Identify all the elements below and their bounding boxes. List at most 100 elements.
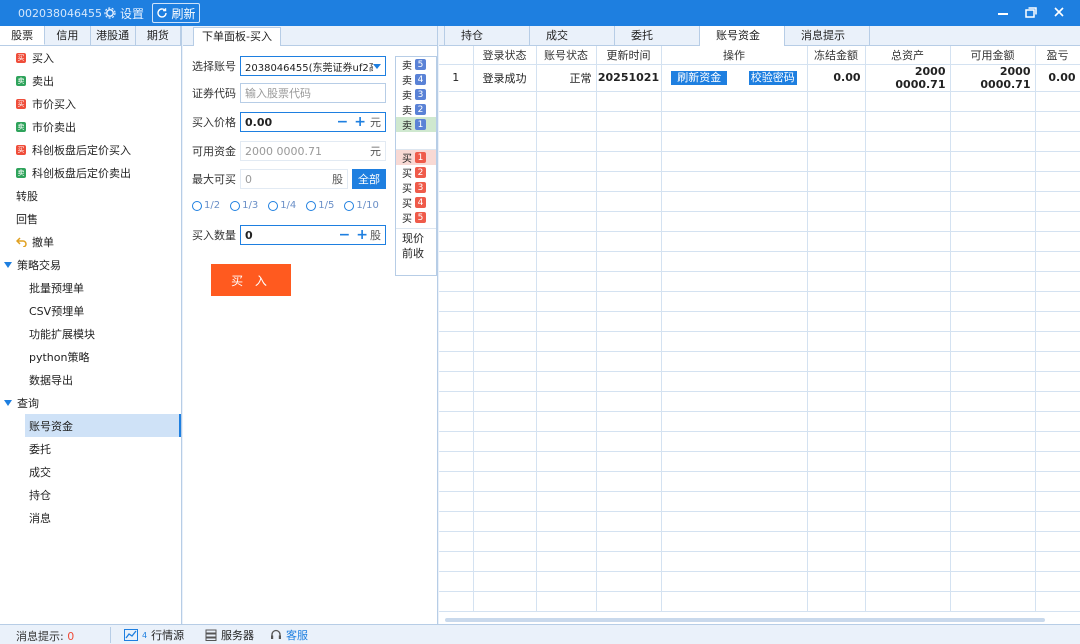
- fraction-half[interactable]: 1/2: [192, 200, 220, 211]
- sidebar-item-market-sell[interactable]: 卖市价卖出: [0, 115, 181, 138]
- minus-icon[interactable]: −: [337, 114, 349, 130]
- tab-credit[interactable]: 信用: [45, 26, 91, 45]
- fraction-tenth[interactable]: 1/10: [344, 200, 379, 211]
- fraction-label: 1/2: [204, 200, 221, 211]
- tab-hk-connect[interactable]: 港股通: [90, 26, 136, 45]
- sell-level-2[interactable]: 卖2: [396, 102, 436, 117]
- tab-account-funds[interactable]: 账号资金: [700, 26, 785, 46]
- empty-cell: [439, 391, 474, 412]
- buy-level-4[interactable]: 买4: [396, 195, 436, 210]
- customer-service[interactable]: 客服: [270, 627, 308, 643]
- server-status[interactable]: 服务器: [205, 627, 254, 643]
- empty-cell: [473, 331, 537, 352]
- sidebar-item-sell[interactable]: 卖卖出: [0, 69, 181, 92]
- empty-cell: [473, 251, 537, 272]
- buy-button[interactable]: 买 入: [211, 264, 291, 296]
- empty-cell: [865, 411, 951, 432]
- col-login-status[interactable]: 登录状态: [473, 46, 537, 65]
- sell-level-1[interactable]: 卖1: [396, 117, 436, 132]
- buy-level-3[interactable]: 买3: [396, 180, 436, 195]
- group-label: 查询: [17, 396, 39, 410]
- col-account-status[interactable]: 账号状态: [536, 46, 597, 65]
- sidebar-item-market-buy[interactable]: 买市价买入: [0, 92, 181, 115]
- col-frozen[interactable]: 冻结金额: [807, 46, 866, 65]
- security-code-input[interactable]: 输入股票代码: [240, 83, 386, 103]
- sidebar-item-label: 卖出: [32, 74, 54, 88]
- sidebar-item-orders[interactable]: 委托: [0, 437, 181, 460]
- sell-level-5[interactable]: 卖5: [396, 57, 436, 72]
- plus-icon[interactable]: +: [354, 114, 366, 130]
- col-action[interactable]: 操作: [661, 46, 808, 65]
- sell-label: 卖: [402, 91, 412, 102]
- tab-futures[interactable]: 期货: [135, 26, 181, 45]
- sell-level-3[interactable]: 卖3: [396, 87, 436, 102]
- empty-cell: [596, 391, 662, 412]
- sidebar-item-positions[interactable]: 持仓: [0, 483, 181, 506]
- sidebar-item-csv-preorder[interactable]: CSV预埋单: [0, 299, 181, 322]
- tab-orders[interactable]: 委托: [615, 26, 700, 46]
- fraction-quarter[interactable]: 1/4: [268, 200, 296, 211]
- headset-icon: [271, 629, 281, 639]
- fraction-fifth[interactable]: 1/5: [306, 200, 334, 211]
- empty-cell: [1035, 91, 1080, 112]
- buy-level-2[interactable]: 买2: [396, 165, 436, 180]
- all-button[interactable]: 全部: [352, 169, 386, 189]
- quantity-stepper[interactable]: 0 − + 股: [240, 225, 386, 245]
- refresh-funds-button[interactable]: 刷新资金: [671, 70, 728, 85]
- sidebar-item-star-after-sell[interactable]: 卖科创板盘后定价卖出: [0, 161, 181, 184]
- tab-positions[interactable]: 持仓: [445, 26, 530, 46]
- fraction-third[interactable]: 1/3: [230, 200, 258, 211]
- plus-icon[interactable]: +: [356, 227, 368, 243]
- sidebar-item-buy[interactable]: 买买入: [0, 46, 181, 69]
- sidebar-item-star-after-buy[interactable]: 买科创板盘后定价买入: [0, 138, 181, 161]
- close-button[interactable]: [1052, 4, 1066, 20]
- message-status[interactable]: 消息提示: 0: [16, 628, 74, 644]
- sidebar-item-batch-preorder[interactable]: 批量预埋单: [0, 276, 181, 299]
- sidebar-item-cancel[interactable]: 撤单: [0, 230, 181, 253]
- empty-cell: [807, 591, 866, 612]
- minimize-button[interactable]: [996, 4, 1010, 20]
- tab-stock[interactable]: 股票: [0, 26, 46, 45]
- sidebar-item-extension[interactable]: 功能扩展模块: [0, 322, 181, 345]
- sidebar-group-strategy[interactable]: 策略交易: [0, 253, 181, 276]
- refresh-button[interactable]: 刷新: [152, 3, 200, 23]
- sidebar-item-convert[interactable]: 转股: [0, 184, 181, 207]
- col-total-assets[interactable]: 总资产: [865, 46, 951, 65]
- col-update-time[interactable]: 更新时间: [596, 46, 662, 65]
- buy-level-1[interactable]: 买1: [396, 150, 436, 165]
- sidebar-item-messages[interactable]: 消息: [0, 506, 181, 529]
- sidebar-item-deals[interactable]: 成交: [0, 460, 181, 483]
- market-source[interactable]: 4 行情源: [124, 627, 184, 643]
- sell-level-4[interactable]: 卖4: [396, 72, 436, 87]
- table-row-empty: [439, 211, 1080, 232]
- settings-button[interactable]: 设置: [104, 4, 144, 22]
- empty-cell: [473, 151, 537, 172]
- empty-cell: [950, 331, 1036, 352]
- empty-cell: [439, 371, 474, 392]
- empty-cell: [439, 591, 474, 612]
- col-pnl[interactable]: 盈亏: [1035, 46, 1080, 65]
- empty-cell: [807, 371, 866, 392]
- expand-icon: [4, 261, 12, 268]
- empty-cell: [536, 571, 597, 592]
- sidebar-group-query[interactable]: 查询: [0, 391, 181, 414]
- tab-deals[interactable]: 成交: [530, 26, 615, 46]
- tab-order-panel[interactable]: 下单面板-买入: [193, 27, 281, 46]
- price-stepper[interactable]: 0.00 − + 元: [240, 112, 386, 132]
- table-row[interactable]: 1 登录成功 正常 20251021 刷新资金 校验密码 0.00 2000 0…: [439, 64, 1080, 92]
- minus-icon[interactable]: −: [339, 227, 351, 243]
- sidebar-item-export[interactable]: 数据导出: [0, 368, 181, 391]
- empty-cell: [473, 551, 537, 572]
- col-index: [439, 46, 474, 65]
- account-select[interactable]: 2038046455(东莞证券uf2高: [240, 56, 386, 76]
- col-available[interactable]: 可用金额: [950, 46, 1036, 65]
- tab-messages[interactable]: 消息提示: [785, 26, 870, 46]
- sidebar-item-putback[interactable]: 回售: [0, 207, 181, 230]
- verify-password-button[interactable]: 校验密码: [748, 70, 797, 85]
- buy-level-5[interactable]: 买5: [396, 210, 436, 225]
- horizontal-scrollbar[interactable]: [445, 618, 1045, 622]
- restore-button[interactable]: [1024, 4, 1038, 20]
- sidebar-item-account-funds[interactable]: 账号资金: [25, 414, 181, 437]
- sidebar-item-python[interactable]: python策略: [0, 345, 181, 368]
- fraction-label: 1/3: [242, 200, 259, 211]
